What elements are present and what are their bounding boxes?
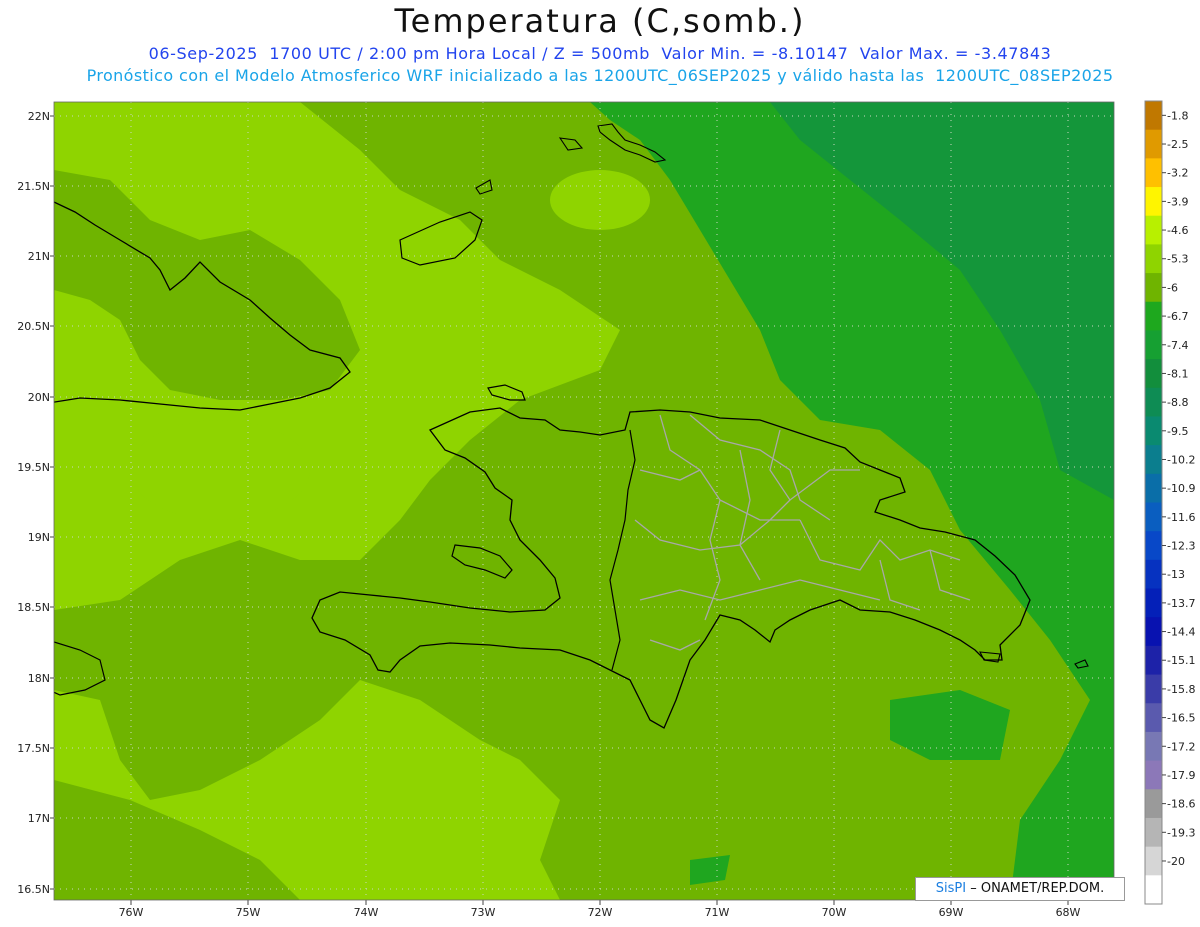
lon-label: 76W — [119, 906, 144, 919]
lat-label: 17.5N — [17, 742, 50, 755]
colorbar-swatch — [1145, 502, 1162, 532]
colorbar-swatch — [1145, 846, 1162, 876]
colorbar: -1.8 -2.5 -3.2 -3.9 -4.6 -5.3 -6 -6.7 -7.4 -8.1 -8… — [1144, 100, 1195, 905]
colorbar-swatch — [1145, 875, 1162, 905]
colorbar-label: -3.9 — [1167, 195, 1188, 208]
colorbar-label: -9.5 — [1167, 425, 1188, 438]
colorbar-swatch — [1145, 187, 1162, 217]
colorbar-label: -1.8 — [1167, 109, 1188, 122]
colorbar-swatch — [1145, 645, 1162, 676]
colorbar-label: -15.1 — [1167, 654, 1195, 667]
map-figure: 22N 21.5N 21N 20.5N 20N 19.5N 19N 18.5N … — [17, 100, 1195, 919]
colorbar-swatch — [1145, 158, 1162, 188]
colorbar-swatch — [1145, 244, 1162, 274]
colorbar-swatch — [1145, 273, 1162, 303]
colorbar-swatch — [1145, 387, 1162, 417]
colorbar-label: -13 — [1167, 568, 1185, 581]
colorbar-swatch — [1145, 559, 1162, 590]
colorbar-label: -15.8 — [1167, 683, 1195, 696]
colorbar-swatch — [1145, 789, 1162, 819]
colorbar-swatch — [1145, 674, 1162, 704]
lat-label: 21N — [28, 250, 50, 263]
lon-label: 70W — [822, 906, 847, 919]
colorbar-label: -6.7 — [1167, 310, 1188, 323]
colorbar-swatch — [1145, 445, 1162, 475]
colorbar-label: -17.9 — [1167, 769, 1195, 782]
lat-label: 18.5N — [17, 601, 50, 614]
lon-label: 75W — [236, 906, 261, 919]
colorbar-label: -8.1 — [1167, 367, 1188, 380]
colorbar-label: -19.3 — [1167, 826, 1195, 839]
colorbar-label: -10.9 — [1167, 482, 1195, 495]
lon-label: 68W — [1056, 906, 1081, 919]
colorbar-swatch — [1145, 330, 1162, 360]
colorbar-swatch — [1145, 588, 1162, 618]
lat-label: 17N — [28, 812, 50, 825]
colorbar-swatch — [1145, 101, 1162, 131]
longitude-labels: 76W 75W 74W 73W 72W 71W 70W 69W 68W — [119, 906, 1081, 919]
colorbar-label: -16.5 — [1167, 712, 1195, 725]
field-light-blob — [130, 420, 310, 520]
lat-label: 18N — [28, 672, 50, 685]
colorbar-swatch — [1145, 129, 1162, 159]
lat-label: 19N — [28, 531, 50, 544]
credit-box: SisPI – ONAMET/REP.DOM. — [915, 877, 1125, 901]
colorbar-swatch — [1145, 703, 1162, 733]
colorbar-label: -5.3 — [1167, 253, 1188, 266]
lat-label: 19.5N — [17, 461, 50, 474]
credit-brand: SisPI — [935, 881, 967, 896]
colorbar-label: -20 — [1167, 855, 1185, 868]
colorbar-label: -17.2 — [1167, 740, 1195, 753]
colorbar-label: -13.7 — [1167, 597, 1195, 610]
colorbar-swatch — [1145, 215, 1162, 245]
colorbar-swatch — [1145, 731, 1162, 762]
field-light-blob-n — [550, 170, 650, 230]
colorbar-label: -4.6 — [1167, 224, 1188, 237]
colorbar-swatch — [1145, 301, 1162, 331]
colorbar-label: -3.2 — [1167, 167, 1188, 180]
colorbar-label: -7.4 — [1167, 339, 1188, 352]
temperature-field — [54, 102, 1114, 900]
lat-label: 20.5N — [17, 320, 50, 333]
colorbar-swatch — [1145, 359, 1162, 389]
colorbar-label: -14.4 — [1167, 626, 1195, 639]
lat-label: 20N — [28, 391, 50, 404]
lon-label: 73W — [471, 906, 496, 919]
colorbar-label: -10.2 — [1167, 453, 1195, 466]
colorbar-swatch — [1145, 531, 1162, 561]
lat-label: 21.5N — [17, 180, 50, 193]
colorbar-label: -12.3 — [1167, 540, 1195, 553]
colorbar-swatch — [1145, 473, 1162, 503]
colorbar-label: -6 — [1167, 281, 1178, 294]
lon-label: 72W — [588, 906, 613, 919]
colorbar-swatch — [1145, 617, 1162, 647]
colorbar-label: -8.8 — [1167, 396, 1188, 409]
colorbar-swatch — [1145, 760, 1162, 790]
colorbar-label: -2.5 — [1167, 138, 1188, 151]
lat-label: 16.5N — [17, 883, 50, 896]
colorbar-swatch — [1145, 416, 1162, 446]
latitude-labels: 22N 21.5N 21N 20.5N 20N 19.5N 19N 18.5N … — [17, 110, 50, 896]
colorbar-label: -18.6 — [1167, 798, 1195, 811]
lat-label: 22N — [28, 110, 50, 123]
credit-text: – ONAMET/REP.DOM. — [970, 881, 1105, 896]
colorbar-swatch — [1145, 817, 1162, 848]
lon-label: 74W — [354, 906, 379, 919]
lon-label: 69W — [939, 906, 964, 919]
colorbar-label: -11.6 — [1167, 511, 1195, 524]
lon-label: 71W — [705, 906, 730, 919]
